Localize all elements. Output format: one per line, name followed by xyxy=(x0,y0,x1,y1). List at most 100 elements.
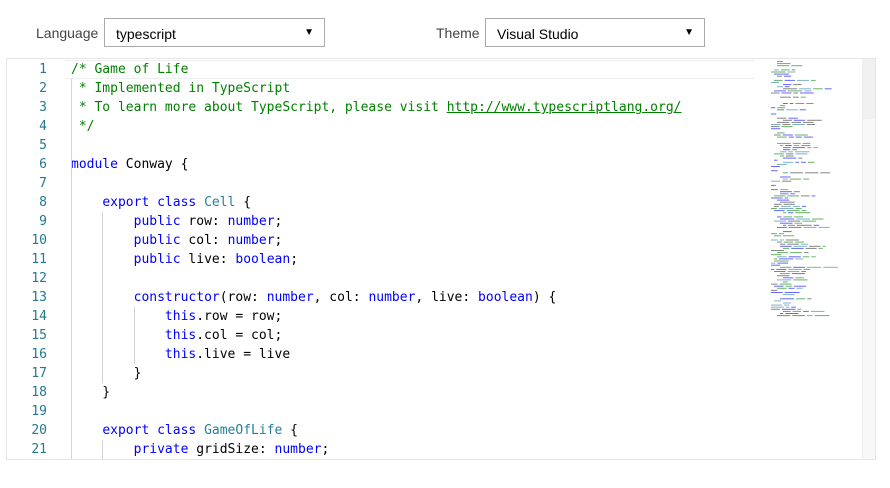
code-line[interactable]: 21 private gridSize: number; xyxy=(7,440,875,459)
minimap-line xyxy=(790,172,804,174)
vertical-scrollbar[interactable] xyxy=(862,59,875,459)
minimap-line xyxy=(793,245,808,247)
minimap-line xyxy=(780,191,792,193)
line-number: 8 xyxy=(39,195,47,210)
code-line[interactable]: 18 } xyxy=(7,383,875,402)
line-number: 20 xyxy=(31,423,47,438)
code-line[interactable]: 14 this.row = row; xyxy=(7,307,875,326)
line-code: private gridSize: number; xyxy=(71,440,330,459)
scrollbar-thumb[interactable] xyxy=(863,59,875,119)
minimap-line xyxy=(774,90,786,92)
line-number: 5 xyxy=(39,138,47,153)
minimap-line xyxy=(783,147,791,149)
code-token[interactable]: http://www.typescriptlang.org/ xyxy=(447,100,682,115)
minimap-line xyxy=(802,220,817,222)
minimap-line xyxy=(782,134,793,136)
minimap-line xyxy=(781,205,791,207)
code-line[interactable]: 3 * To learn more about TypeScript, plea… xyxy=(7,98,875,117)
line-code: * Implemented in TypeScript xyxy=(71,79,290,98)
minimap-line xyxy=(793,285,807,287)
minimap-line xyxy=(818,226,830,228)
code-line[interactable]: 5 xyxy=(7,136,875,155)
minimap-line xyxy=(800,243,809,245)
code-token: ; xyxy=(274,214,283,229)
minimap-line xyxy=(786,155,794,157)
minimap-line xyxy=(774,153,784,155)
minimap-line xyxy=(777,287,787,289)
minimap-line xyxy=(795,277,804,279)
line-number: 15 xyxy=(31,328,47,343)
code-token: export xyxy=(102,195,150,210)
code-token: gridSize: xyxy=(188,442,275,457)
code-line[interactable]: 1 /* Game of Life xyxy=(7,60,875,79)
minimap-line xyxy=(791,247,804,249)
minimap-line xyxy=(794,222,803,224)
line-code: this.live = live xyxy=(71,345,290,364)
minimap[interactable] xyxy=(769,59,869,459)
minimap-line xyxy=(774,271,786,272)
minimap-line xyxy=(805,247,817,249)
code-line[interactable]: 12 xyxy=(7,269,875,288)
code-line[interactable]: 15 this.col = col; xyxy=(7,326,875,345)
code-line[interactable]: 2 * Implemented in TypeScript xyxy=(7,79,875,98)
minimap-line xyxy=(774,73,789,75)
code-token: { xyxy=(235,195,252,210)
minimap-line xyxy=(771,92,780,94)
line-code: module Conway { xyxy=(71,155,188,174)
minimap-line xyxy=(774,134,781,136)
code-line[interactable]: 11 public live: boolean; xyxy=(7,250,875,269)
minimap-line xyxy=(771,304,782,306)
minimap-line xyxy=(777,65,790,67)
minimap-line xyxy=(794,151,810,153)
code-line[interactable]: 16 this.live = live xyxy=(7,345,875,364)
code-line[interactable]: 20 export class GameOfLife { xyxy=(7,421,875,440)
minimap-line xyxy=(813,88,823,90)
minimap-line xyxy=(771,166,780,167)
minimap-line xyxy=(780,155,785,157)
minimap-line xyxy=(801,210,807,212)
minimap-line xyxy=(783,247,790,249)
minimap-line xyxy=(792,147,806,149)
code-token: GameOfLife xyxy=(204,423,283,438)
minimap-line xyxy=(777,275,790,277)
minimap-line xyxy=(785,306,790,308)
minimap-line xyxy=(783,235,795,237)
code-line[interactable]: 9 public row: number; xyxy=(7,212,875,231)
minimap-line xyxy=(771,308,780,310)
code-line[interactable]: 4 */ xyxy=(7,117,875,136)
minimap-line xyxy=(783,212,787,214)
code-token: this xyxy=(164,347,197,362)
minimap-line xyxy=(780,313,784,314)
code-line[interactable]: 17 } xyxy=(7,364,875,383)
code-token: module xyxy=(71,157,118,172)
line-code: export class Cell { xyxy=(71,193,251,212)
minimap-line xyxy=(774,79,783,81)
theme-select[interactable]: Visual Studio ▼ xyxy=(485,18,705,47)
language-select[interactable]: typescript ▼ xyxy=(104,18,325,47)
code-editor[interactable]: 1 /* Game of Life 2 * Implemented in TypeS… xyxy=(6,58,876,460)
minimap-line xyxy=(771,262,776,264)
minimap-line xyxy=(779,239,784,241)
minimap-line xyxy=(795,241,804,243)
code-line[interactable]: 19 xyxy=(7,402,875,421)
minimap-line xyxy=(793,191,800,193)
minimap-line xyxy=(792,142,801,144)
minimap-line xyxy=(811,218,824,220)
code-line[interactable]: 6 module Conway { xyxy=(7,155,875,174)
code-line[interactable]: 7 xyxy=(7,174,875,193)
minimap-line xyxy=(807,147,812,149)
code-token: number xyxy=(227,214,275,229)
code-token: private xyxy=(133,442,189,457)
code-token: (row: xyxy=(219,290,267,305)
minimap-line xyxy=(783,119,792,121)
minimap-line xyxy=(783,281,788,283)
code-line[interactable]: 8 export class Cell { xyxy=(7,193,875,212)
minimap-line xyxy=(806,124,816,125)
code-line[interactable]: 13 constructor(row: number, col: number,… xyxy=(7,288,875,307)
minimap-line xyxy=(783,203,795,205)
code-line[interactable]: 10 public col: number; xyxy=(7,231,875,250)
minimap-line xyxy=(810,310,825,312)
minimap-line xyxy=(771,170,778,172)
